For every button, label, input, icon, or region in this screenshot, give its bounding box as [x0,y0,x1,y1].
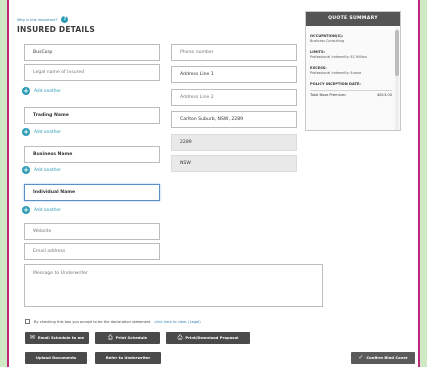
print-proposal-label: Print/Download Proposal [185,335,239,340]
mail-icon: ✉ [29,334,35,341]
individual-name-field[interactable]: Individual Name [24,184,160,201]
print-schedule-button[interactable]: ⎙ Print Schedule [95,332,160,344]
occupation-label: OCCUPATION(S): [310,34,344,38]
email-schedule-button[interactable]: ✉ Email Schedule to me [25,332,89,344]
declaration-text: By checking this box you accept to be th… [34,319,151,324]
add-another-trading[interactable]: + Add another [22,128,61,136]
excess-label: EXCESS: [310,66,327,70]
why-important-link[interactable]: Why is this important? ? [17,16,69,23]
declaration-checkbox[interactable] [25,319,30,324]
legal-name-field[interactable]: Legal name of insured [24,64,160,81]
quote-summary-body: OCCUPATION(S): Business Consulting LIMIT… [306,26,396,132]
occupation-value: Business Consulting [310,39,345,43]
declaration-link[interactable]: click here to view, (Legal) [155,320,201,324]
upload-documents-button[interactable]: Upload Documents [25,352,87,364]
address-line-1-field[interactable]: Address Line 1 [171,66,297,83]
message-to-underwriter[interactable]: Message to Underwriter [24,264,323,307]
help-icon[interactable]: ? [61,16,69,23]
add-another-label[interactable]: Add another [34,208,61,213]
limits-value: Professional Indemnity: $1 Million [310,55,367,59]
add-another-legal[interactable]: + Add another [22,87,61,95]
business-name-field[interactable]: BusCorp [24,44,160,61]
postcode-field: 2289 [171,134,297,151]
printer-icon: ⎙ [107,334,113,341]
trading-name-field[interactable]: Trading Name [24,107,160,124]
excess-value: Professional Indemnity: $none [310,71,362,75]
add-another-business[interactable]: + Add another [22,166,61,174]
email-schedule-label: Email Schedule to me [37,335,85,340]
total-premium-row: Total Base Premium: $813.00 [310,93,392,97]
printer-icon: ⎙ [177,334,183,341]
confirm-bind-cover-button[interactable]: ✓ Confirm Bind Cover [351,352,415,364]
plus-icon[interactable]: + [22,206,30,214]
add-another-individual[interactable]: + Add another [22,206,61,214]
summary-scrollbar-thumb[interactable] [395,30,399,76]
website-field[interactable]: Website [24,223,160,240]
declaration-row: By checking this box you accept to be th… [25,319,201,324]
add-another-label[interactable]: Add another [34,130,61,135]
total-premium-label: Total Base Premium: [310,93,347,97]
print-schedule-label: Print Schedule [115,335,148,340]
why-important-text[interactable]: Why is this important? [17,18,57,22]
check-icon: ✓ [358,354,364,361]
page-title: INSURED DETAILS [17,25,95,34]
business-name-entry-field[interactable]: Business Name [24,146,160,163]
phone-field[interactable]: Phone number [171,44,297,61]
refer-underwriter-label: Refer to Underwriter [105,355,151,360]
email-field[interactable]: Email address [24,243,160,260]
quote-summary-panel: QUOTE SUMMARY OCCUPATION(S): Business Co… [305,11,401,131]
address-line-2-field[interactable]: Address Line 2 [171,89,297,106]
summary-divider [310,90,392,91]
form-frame: Why is this important? ? INSURED DETAILS… [7,0,420,367]
add-another-label[interactable]: Add another [34,168,61,173]
add-another-label[interactable]: Add another [34,89,61,94]
upload-documents-label: Upload Documents [35,355,77,360]
summary-scrollbar[interactable] [395,28,399,130]
print-proposal-button[interactable]: ⎙ Print/Download Proposal [166,332,250,344]
policy-inception-label: POLICY INCEPTION DATE: [310,82,361,86]
plus-icon[interactable]: + [22,87,30,95]
plus-icon[interactable]: + [22,166,30,174]
total-premium-value: $813.00 [377,93,392,97]
limits-label: LIMITS: [310,50,326,54]
quote-summary-heading: QUOTE SUMMARY [306,12,400,26]
state-field: NSW [171,155,297,172]
refer-underwriter-button[interactable]: Refer to Underwriter [95,352,161,364]
confirm-bind-cover-label: Confirm Bind Cover [366,355,408,360]
suburb-field[interactable]: Carlton Suburb, NSW, 2289 [171,111,297,128]
plus-icon[interactable]: + [22,128,30,136]
